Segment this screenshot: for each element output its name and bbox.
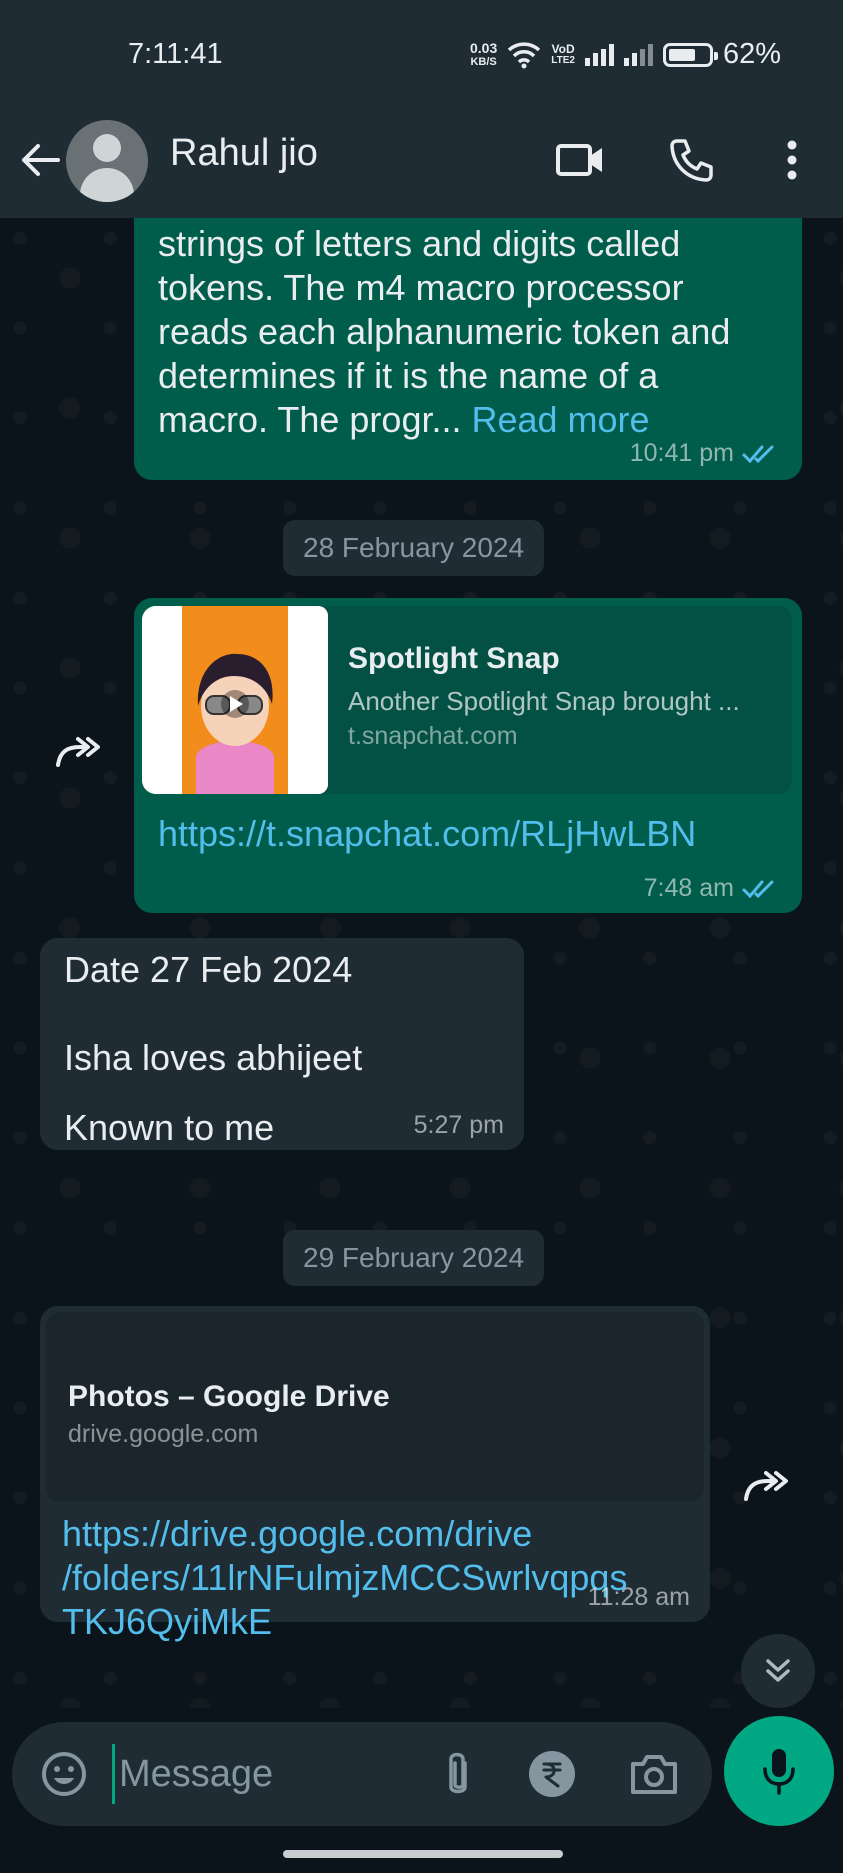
message-composer [12,1722,712,1826]
read-more-link[interactable]: Read more [471,399,649,440]
video-call-icon [556,144,602,176]
volte-bottom: LTE2 [551,54,575,66]
battery-percent: 62% [722,38,781,70]
message-bubble-incoming[interactable]: Photos – Google Drive drive.google.com h… [40,1306,710,1642]
attach-icon [449,1752,467,1794]
link-line: https://drive.google.com/drive [62,1513,533,1554]
camera-button[interactable] [624,1744,684,1804]
message-bubble-incoming[interactable]: Date 27 Feb 2024 Isha loves abhijeet Kno… [40,938,524,1150]
message-time: 11:28 am [587,1583,690,1611]
message-line: strings of letters and digits called [158,223,681,264]
link-preview-card[interactable]: Spotlight Snap Another Spotlight Snap br… [142,606,792,794]
volte-indicator: VoD LTE2 [551,43,575,67]
message-line: Known to me [64,1107,275,1148]
attach-button[interactable] [428,1744,488,1804]
message-bubble-outgoing[interactable]: strings of letters and digits called tok… [134,218,802,480]
more-options-icon [787,140,797,180]
message-line: macro. The progr... [158,399,462,440]
gesture-navigation-bar[interactable] [283,1850,563,1858]
message-line: Isha loves abhijeet [64,1037,363,1078]
status-time: 7:11:41 [128,38,223,70]
chat-messages[interactable]: strings of letters and digits called tok… [0,218,843,1708]
message-meta: 10:41 pm [630,439,780,468]
double-chevron-down-icon [766,1659,790,1682]
more-options-button[interactable] [762,130,822,190]
network-speed: 0.03 KB/S [470,41,497,69]
forward-button[interactable] [736,1456,796,1516]
video-call-button[interactable] [550,130,610,190]
emoji-icon [42,1752,86,1796]
message-line: Date 27 Feb 2024 [64,949,353,990]
network-speed-value: 0.03 [469,39,498,56]
message-meta: 5:27 pm [414,1111,504,1140]
wifi-icon [508,41,541,68]
link-preview-title: Photos – Google Drive [68,1380,390,1413]
link-preview-domain: drive.google.com [68,1420,259,1448]
forward-icon [744,1471,788,1501]
volte-top: VoD [551,41,575,56]
forward-button[interactable] [48,722,108,782]
message-line: tokens. The m4 macro processor [158,267,684,308]
link-line: TKJ6QyiMkE [62,1601,273,1642]
signal-strength-icon [584,43,614,66]
chat-header: Rahul jio [0,110,843,218]
status-bar: 7:11:41 0.03 KB/S VoD LTE2 62% [0,0,843,110]
forward-icon [56,737,100,767]
message-time: 10:41 pm [629,439,734,467]
message-line: reads each alphanumeric token and [158,311,731,352]
link-preview-description: Another Spotlight Snap brought ... [348,686,740,716]
date-separator: 28 February 2024 [283,520,545,576]
read-ticks-icon [742,880,774,898]
voice-message-button[interactable] [724,1716,834,1826]
phone-icon [670,139,713,182]
message-link[interactable]: https://t.snapchat.com/RLjHwLBN [158,812,696,856]
message-meta: 7:48 am [644,874,780,903]
network-speed-unit: KB/S [470,55,497,68]
link-preview-card[interactable]: Photos – Google Drive drive.google.com [46,1312,704,1502]
link-preview-thumbnail [142,606,328,794]
message-line: determines if it is the name of a [158,355,659,396]
camera-icon [631,1755,677,1794]
link-line: /folders/11lrNFulmjzMCCSwrlvqpqs [62,1557,628,1598]
read-ticks-icon [742,445,774,463]
message-bubble-outgoing[interactable]: Spotlight Snap Another Spotlight Snap br… [134,598,802,913]
link-preview-title: Spotlight Snap [348,642,560,675]
mic-icon [763,1749,795,1795]
message-meta: 11:28 am [588,1583,690,1612]
voice-call-button[interactable] [662,130,722,190]
message-time: 5:27 pm [413,1111,504,1139]
signal-strength-2-icon [623,43,653,66]
message-input[interactable] [112,1744,412,1804]
rupee-payment-icon [529,1751,575,1797]
back-arrow-icon[interactable] [18,138,62,182]
date-separator: 29 February 2024 [283,1230,545,1286]
payment-button[interactable] [522,1744,582,1804]
message-link[interactable]: https://drive.google.com/drive /folders/… [62,1512,627,1644]
link-preview-domain: t.snapchat.com [348,722,518,750]
message-text: strings of letters and digits called tok… [158,222,730,442]
avatar[interactable] [66,120,148,202]
scroll-to-bottom-button[interactable] [741,1634,815,1708]
cartoon-thumbnail-image [142,606,328,794]
status-indicators: 0.03 KB/S VoD LTE2 62% [470,38,781,71]
battery-icon [662,42,718,67]
message-time: 7:48 am [643,874,734,902]
emoji-button[interactable] [34,1744,94,1804]
contact-name[interactable]: Rahul jio [170,132,318,175]
